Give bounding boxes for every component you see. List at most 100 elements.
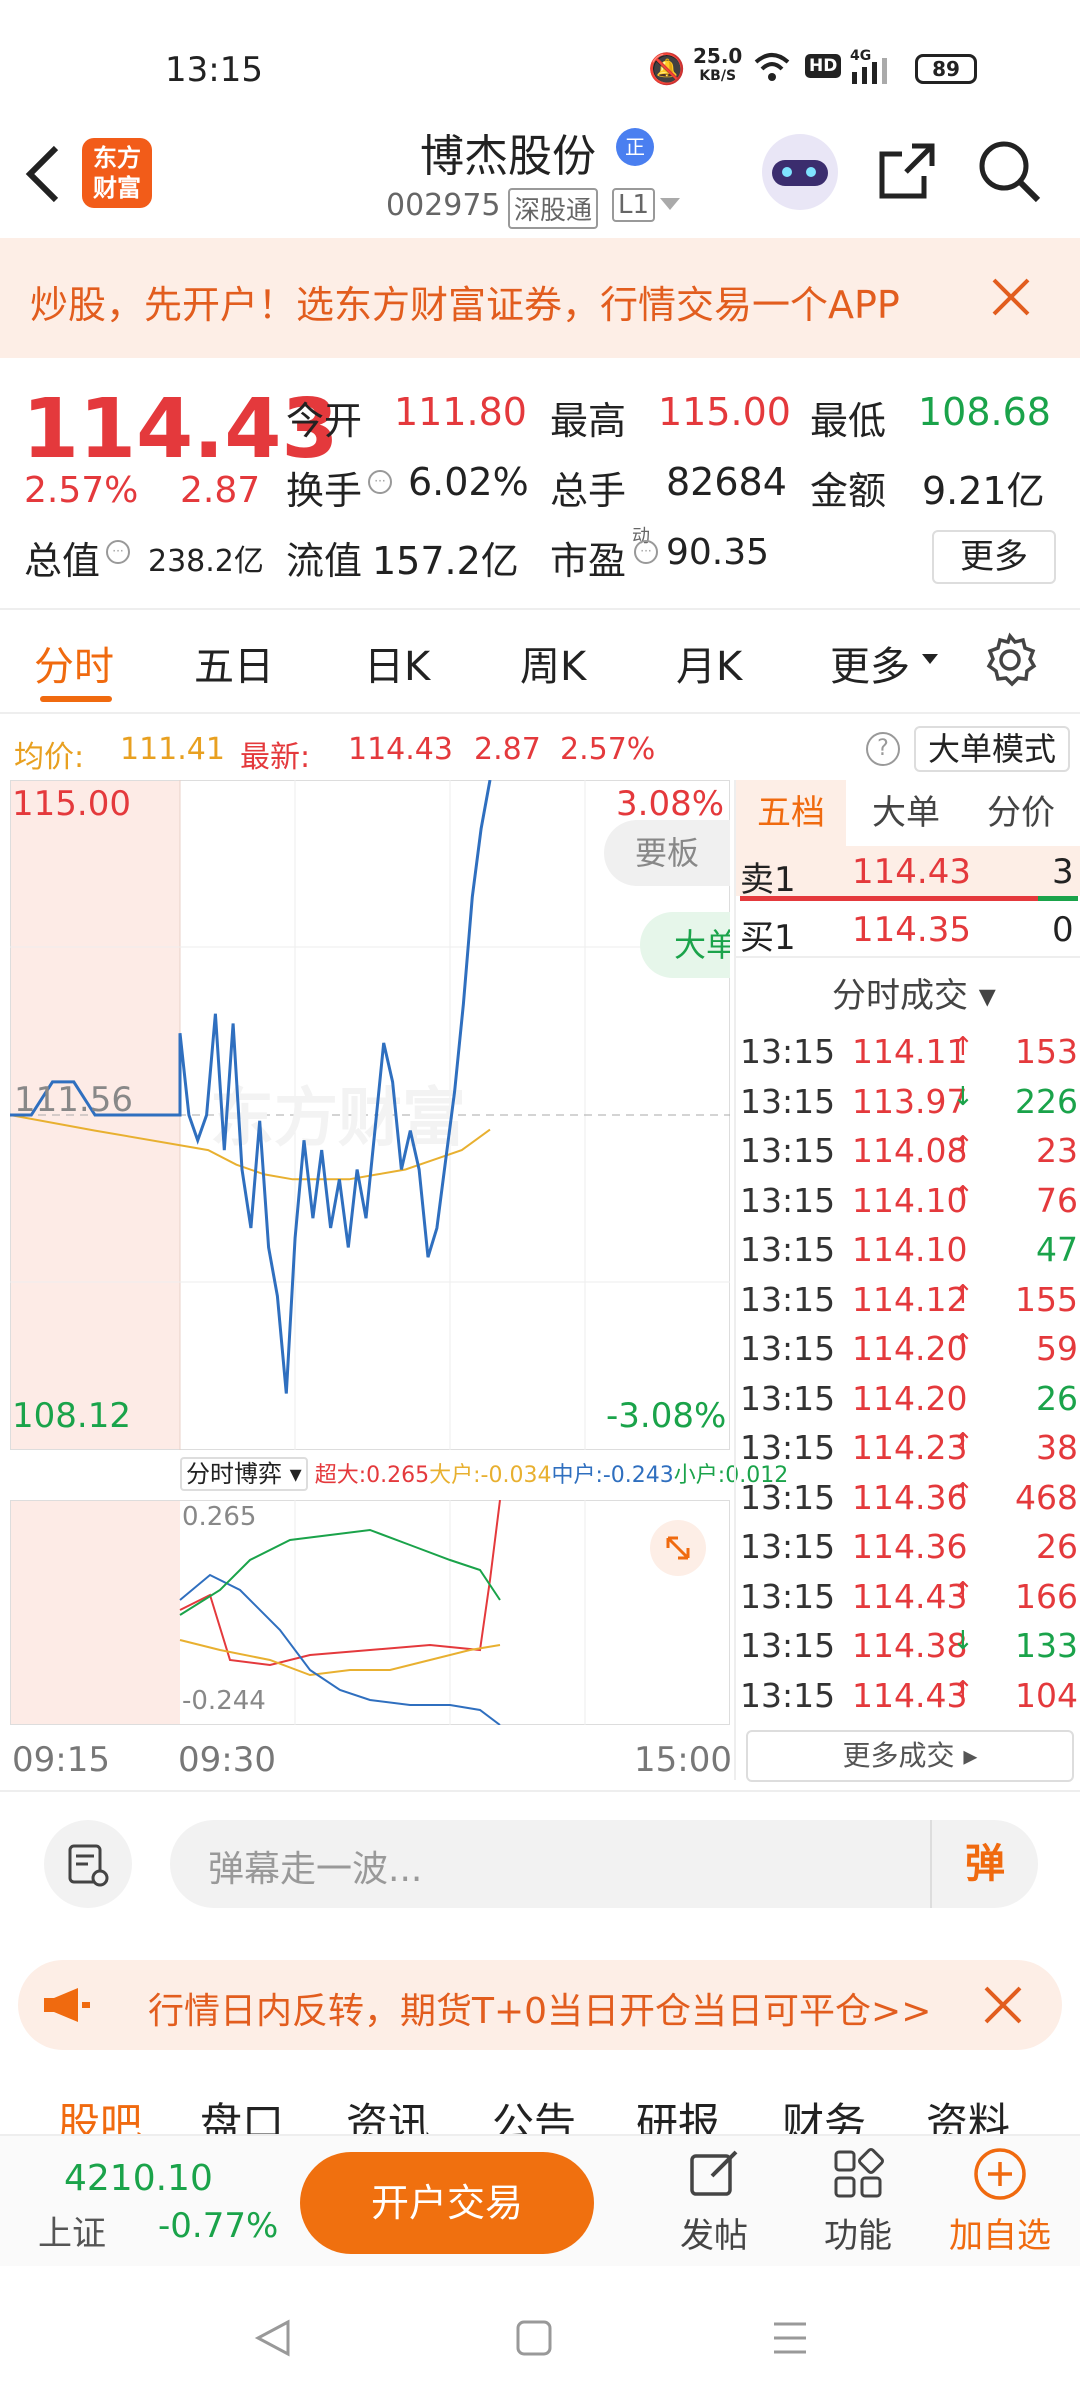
tab-profile[interactable]: 资料 (926, 2090, 1010, 2134)
back-button[interactable] (20, 142, 64, 210)
trade-volume: 47 (1036, 1230, 1078, 1269)
buy1-label: 买1 (740, 918, 796, 958)
search-icon[interactable] (976, 138, 1042, 208)
index-value[interactable]: 4210.10 (64, 2158, 213, 2199)
trades-title[interactable]: 分时成交 ▾ (832, 968, 996, 1017)
trade-price: 114.20 (852, 1329, 968, 1368)
panel-tab-big-order[interactable]: 大单 (856, 780, 956, 846)
nav-back-icon[interactable] (250, 2316, 294, 2364)
close-icon[interactable] (988, 274, 1034, 324)
more-trades-button[interactable]: 更多成交 ▸ (746, 1730, 1074, 1782)
trade-time: 13:15 (740, 1378, 836, 1418)
notice-close-icon[interactable] (980, 1982, 1026, 2032)
trade-price: 114.43 (852, 1675, 968, 1715)
trade-arrow: ↑ (952, 1675, 974, 1706)
promo-banner[interactable]: 炒股，先开户！选东方财富证券，行情交易一个APP (0, 238, 1080, 358)
panel-tab-price-dist[interactable]: 分价 (966, 780, 1076, 846)
price-info-line: 均价: 111.41 最新: 114.43 2.87 2.57% ? 大单模式 (0, 722, 1080, 778)
help-icon[interactable]: ? (866, 732, 900, 766)
danmaku-settings-icon[interactable] (44, 1820, 132, 1908)
edit-icon (690, 2150, 738, 2196)
big-order-mode-button[interactable]: 大单模式 (914, 726, 1070, 772)
capital-flow-chart[interactable]: 0.265 -0.244 (10, 1500, 730, 1725)
expand-icon[interactable] (650, 1520, 706, 1576)
more-button[interactable]: 更多 (932, 530, 1056, 584)
tab-more[interactable]: 更多 (830, 634, 910, 692)
nav-menu-icon[interactable] (770, 2320, 810, 2360)
avg-value: 111.41 (120, 732, 225, 767)
tab-monthly-k[interactable]: 月K (676, 634, 742, 692)
danmaku-send-button[interactable]: 弹 (930, 1820, 1038, 1908)
info-icon[interactable]: ··· (106, 540, 130, 564)
tab-orderbook[interactable]: 盘口 (200, 2090, 284, 2134)
tab-research[interactable]: 研报 (636, 2090, 720, 2134)
time-open: 09:30 (178, 1740, 276, 1780)
trade-row: 13:15 114.23 ↑ 38 (736, 1424, 1080, 1472)
share-icon[interactable] (876, 140, 938, 206)
content-tabs: 股吧 盘口 资讯 公告 研报 财务 资料 (0, 2060, 1080, 2134)
app-logo[interactable]: 东方财富 (82, 138, 152, 208)
trade-row: 13:15 114.20 ↑ 59 (736, 1325, 1080, 1373)
tab-5day[interactable]: 五日 (194, 634, 274, 692)
tab-weekly-k[interactable]: 周K (520, 634, 586, 692)
pct-up-label: 3.08% (616, 784, 725, 824)
trade-price: 114.36 (852, 1477, 968, 1517)
functions-button[interactable]: 功能 (810, 2144, 906, 2257)
cap-label: 总值 (24, 539, 101, 583)
stock-name: 博杰股份 (420, 131, 596, 182)
trade-volume: 26 (1036, 1527, 1078, 1566)
hd-icon: HD (805, 54, 842, 78)
stock-code: 002975 (386, 188, 501, 223)
settings-icon[interactable] (982, 632, 1038, 692)
trade-row: 13:15 114.43 ↑ 166 (736, 1573, 1080, 1621)
trade-price: 114.08 (852, 1131, 968, 1170)
tab-daily-k[interactable]: 日K (364, 634, 430, 692)
notice-bar[interactable]: 行情日内反转，期货T+0当日开仓当日可平仓>> (18, 1960, 1062, 2050)
info-icon[interactable]: ··· (634, 540, 658, 564)
add-watchlist-label: 加自选 (949, 2216, 1051, 2256)
dropdown-icon[interactable] (660, 198, 680, 210)
open-account-trade-button[interactable]: 开户交易 (300, 2152, 594, 2254)
intraday-chart[interactable]: 东方财富 115.00 108.12 111.56 3.08% -3.08% 要… (10, 780, 730, 1450)
trade-volume: 155 (1015, 1279, 1078, 1319)
tab-forum[interactable]: 股吧 (58, 2090, 142, 2134)
info-icon[interactable]: ··· (368, 470, 392, 494)
connect-tag: 深股通 (508, 188, 599, 229)
tab-finance[interactable]: 财务 (782, 2090, 866, 2134)
trade-price: 114.10 (852, 1180, 968, 1220)
wifi-icon (752, 50, 792, 88)
caret-down-icon (922, 654, 938, 664)
tab-news[interactable]: 资讯 (346, 2090, 430, 2134)
add-watchlist-button[interactable]: 加自选 (940, 2144, 1060, 2257)
time-start: 09:15 (12, 1740, 110, 1780)
trade-price: 114.11 (852, 1032, 968, 1071)
official-badge: 正 (616, 128, 654, 166)
post-button[interactable]: 发帖 (666, 2144, 762, 2257)
battery-icon: 89 (915, 54, 977, 84)
assistant-avatar[interactable] (762, 134, 838, 210)
avg-label: 均价: (14, 740, 85, 775)
panel-tab-level5[interactable]: 五档 (736, 780, 846, 846)
tab-active-indicator (40, 696, 112, 702)
trade-price: 114.12 (852, 1279, 968, 1319)
limit-up-button[interactable]: 要板 (604, 820, 730, 886)
trade-volume: 26 (1036, 1378, 1078, 1418)
large-flow-line (179, 1639, 501, 1677)
open-label: 今开 (286, 399, 363, 443)
latest-pct: 2.57% (560, 732, 656, 767)
danmaku-placeholder: 弹幕走一波... (208, 1849, 423, 1890)
tab-intraday[interactable]: 分时 (34, 634, 114, 692)
trade-arrow: ↑ (952, 1428, 974, 1458)
sell1-label: 卖1 (740, 860, 796, 900)
float-label: 流值 (286, 539, 363, 583)
float-value: 157.2亿 (372, 539, 519, 583)
tab-announcements[interactable]: 公告 (492, 2090, 576, 2134)
nav-home-icon[interactable] (514, 2318, 554, 2362)
trade-arrow: ↓ (952, 1626, 974, 1656)
capital-flow-dropdown[interactable]: 分时博弈 ▾ (180, 1457, 308, 1491)
danmaku-input[interactable]: 弹幕走一波... 弹 (170, 1820, 1038, 1908)
bid-ask-bar (740, 896, 1078, 901)
big-order-button[interactable]: 大单 (640, 912, 730, 978)
buy1-row: 买1 114.35 0 (736, 904, 1080, 958)
trade-row: 13:15 114.08 ↑ 23 (736, 1127, 1080, 1175)
